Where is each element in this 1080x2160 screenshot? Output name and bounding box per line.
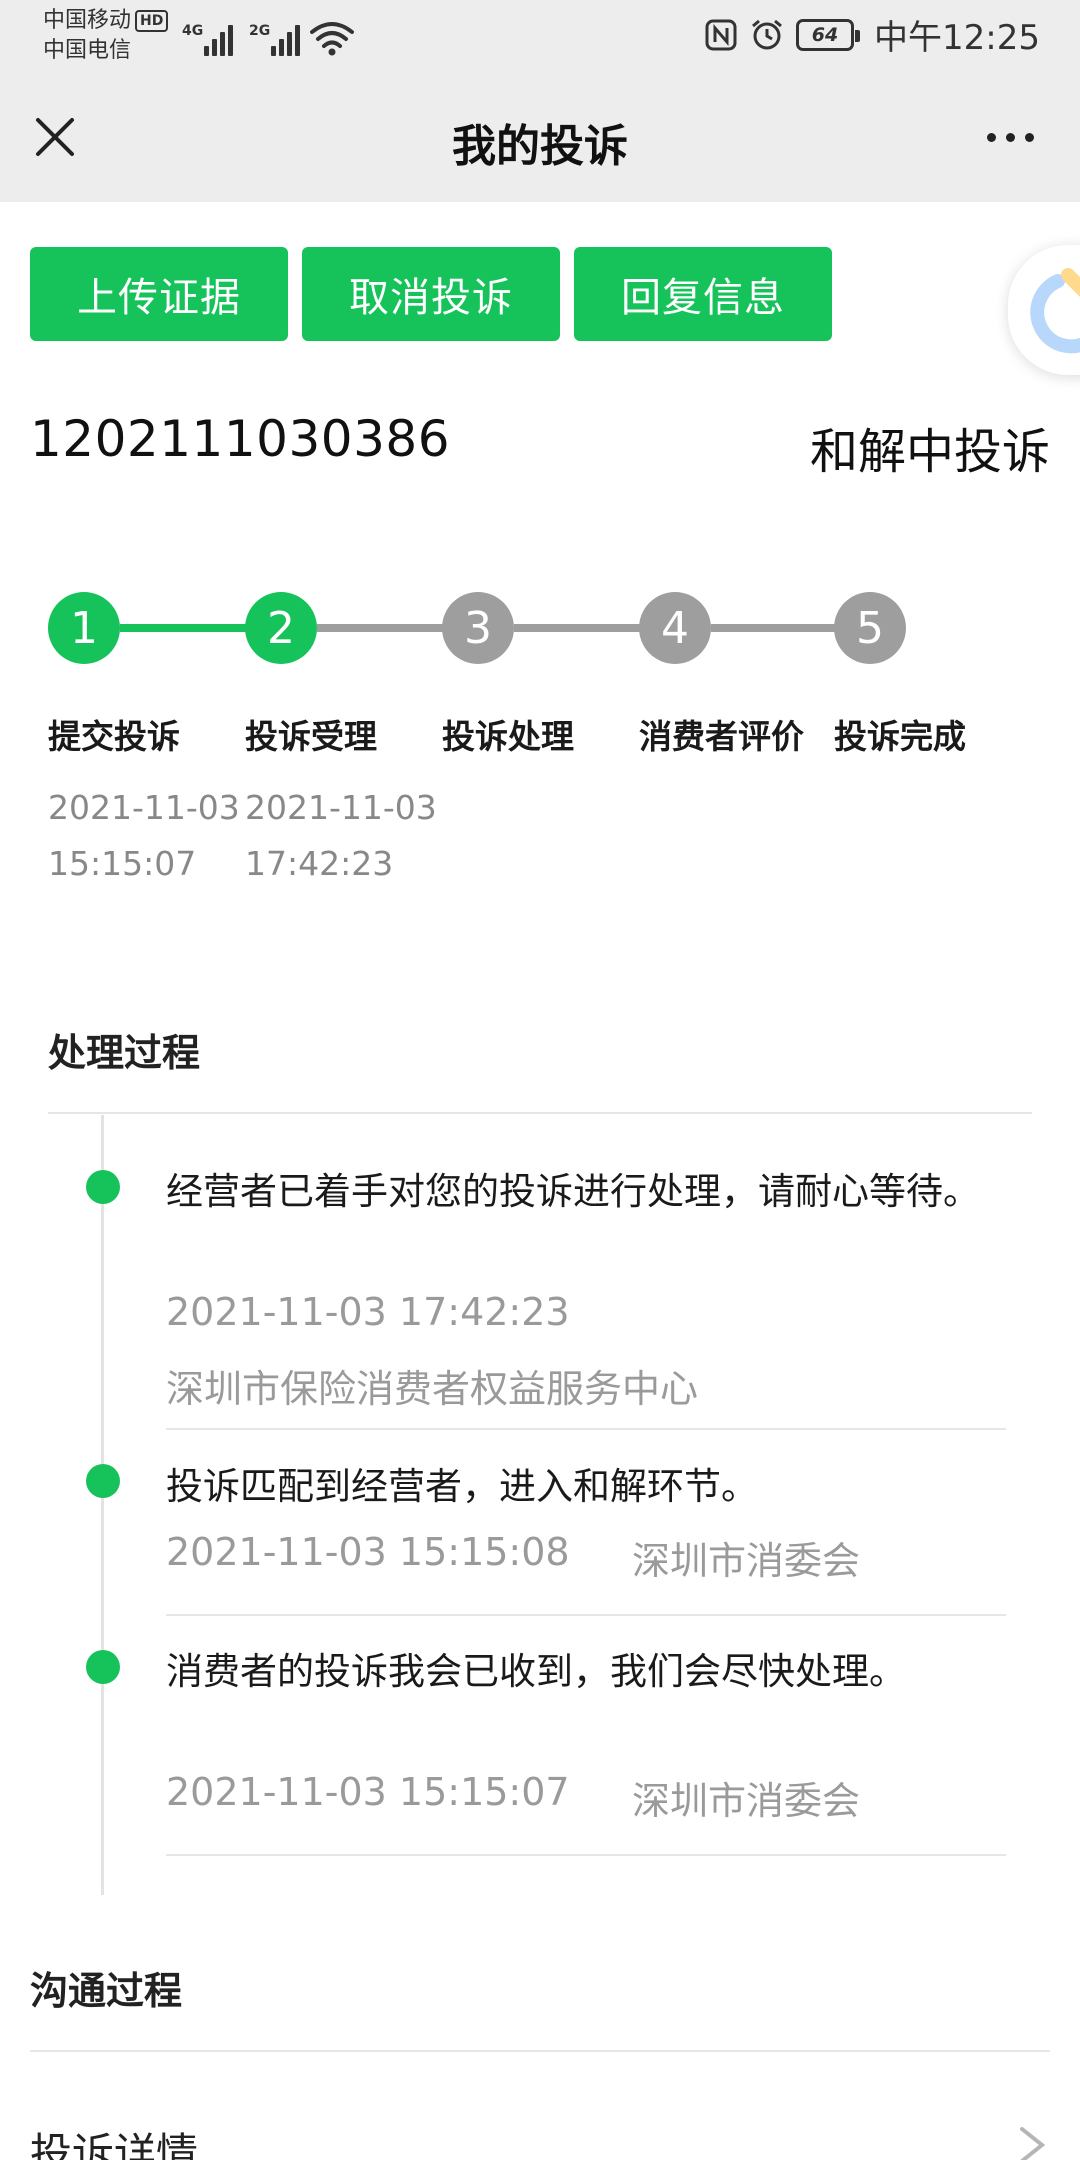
timeline-entry-text: 投诉匹配到经营者，进入和解环节。: [166, 1465, 758, 1508]
upload-evidence-button[interactable]: 上传证据: [30, 247, 288, 341]
battery-icon: 64: [796, 18, 861, 51]
timeline-track: [101, 1115, 104, 1895]
chevron-right-icon[interactable]: [1012, 2125, 1052, 2160]
carrier-1: 中国移动: [43, 8, 132, 33]
progress-stepper: 1 2 3 4 5 提交投诉 投诉受理 投诉处理 消费者评价 投诉完成 2021…: [0, 580, 1080, 910]
reply-message-button[interactable]: 回复信息: [574, 247, 832, 341]
timeline-entry-divider: [166, 1428, 1006, 1430]
page-title: 我的投诉: [452, 121, 628, 172]
step-1-time: 2021-11-03 15:15:07: [48, 788, 240, 883]
floating-widget[interactable]: [1008, 245, 1080, 375]
carrier-2: 中国电信: [43, 38, 132, 63]
step-3-indicator: 3: [442, 592, 514, 664]
status-bar: 中国移动 HD 中国电信 4G 2G 64 中午12:25: [0, 0, 1080, 72]
timeline-entry-time: 2021-11-03 17:42:23: [166, 1290, 570, 1334]
alarm-icon: [752, 19, 782, 49]
step-4-label: 消费者评价: [639, 717, 804, 756]
action-bar: 上传证据 取消投诉 回复信息: [30, 247, 832, 341]
step-2-time: 2021-11-03 17:42:23: [245, 788, 437, 883]
step-2-indicator: 2: [245, 592, 317, 664]
communication-section-title: 沟通过程: [30, 1969, 183, 2013]
timeline-dot: [86, 1650, 120, 1684]
timeline-entry-time: 2021-11-03 15:15:08: [166, 1530, 570, 1574]
step-1-label: 提交投诉: [48, 717, 180, 756]
cancel-complaint-button[interactable]: 取消投诉: [302, 247, 560, 341]
timeline-entry-text: 经营者已着手对您的投诉进行处理，请耐心等待。: [166, 1170, 980, 1213]
case-status: 和解中投诉: [809, 424, 1050, 480]
status-time: 中午12:25: [874, 18, 1040, 58]
wifi-icon: [310, 22, 354, 56]
status-right: 64 中午12:25: [704, 10, 1040, 59]
timeline-entry-org: 深圳市消委会: [632, 1539, 861, 1583]
timeline-dot: [86, 1464, 120, 1498]
complaint-details-row[interactable]: 投诉详情: [30, 2120, 198, 2160]
communication-divider: [30, 2050, 1050, 2052]
process-section-title: 处理过程: [48, 1031, 201, 1075]
nfc-icon: [705, 19, 737, 50]
timeline-entry-text: 消费者的投诉我会已收到，我们会尽快处理。: [166, 1650, 906, 1693]
timeline-dot: [86, 1170, 120, 1204]
more-icon[interactable]: [980, 122, 1040, 152]
step-5-label: 投诉完成: [834, 717, 966, 756]
timeline-entry-time: 2021-11-03 15:15:07: [166, 1770, 570, 1814]
floating-loader-icon: [1030, 268, 1080, 354]
timeline-entry-divider: [166, 1854, 1006, 1856]
step-4-indicator: 4: [639, 592, 711, 664]
timeline-entry-divider: [166, 1614, 1006, 1616]
signal-2g-icon: 2G: [249, 23, 300, 56]
signal-indicators: 4G 2G: [182, 16, 354, 56]
step-3-label: 投诉处理: [442, 717, 574, 756]
case-number: 1202111030386: [30, 410, 451, 468]
hd-badge: HD: [135, 10, 169, 32]
step-2-label: 投诉受理: [245, 717, 377, 756]
network-4g-label: 4G: [182, 23, 204, 39]
timeline-entry-org: 深圳市消委会: [632, 1779, 861, 1823]
step-5-indicator: 5: [834, 592, 906, 664]
carrier-info: 中国移动 HD 中国电信: [43, 6, 169, 66]
step-1-indicator: 1: [48, 592, 120, 664]
title-bar: 我的投诉: [0, 72, 1080, 202]
signal-4g-icon: 4G: [182, 23, 233, 56]
timeline-entry-org: 深圳市保险消费者权益服务中心: [166, 1367, 699, 1411]
process-divider: [48, 1112, 1032, 1114]
network-2g-label: 2G: [249, 23, 271, 39]
